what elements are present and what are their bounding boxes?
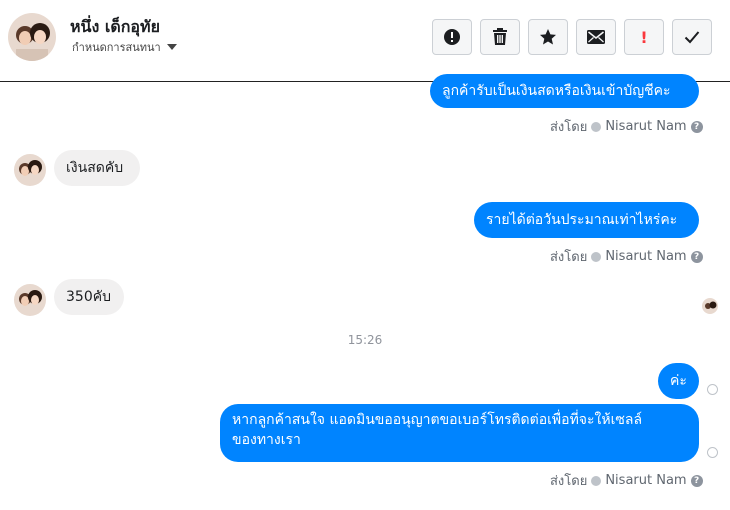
- mail-icon: [587, 30, 605, 44]
- message-text: รายได้ต่อวันประมาณเท่าไหร่คะ: [486, 212, 678, 228]
- conversation-header: หนึ่ง เด็กอุทัย กำหนดการสนทนา !: [0, 0, 730, 82]
- message-line: ของทางเรา: [232, 432, 301, 448]
- check-icon: [684, 31, 700, 44]
- mark-done-button[interactable]: [672, 19, 712, 55]
- important-icon: !: [640, 27, 648, 47]
- help-icon[interactable]: ?: [690, 120, 703, 133]
- sent-by-prefix: ส่งโดย: [550, 474, 588, 489]
- verified-icon: [591, 475, 602, 486]
- delivered-status-icon: [707, 447, 718, 458]
- message-incoming[interactable]: เงินสดคับ: [54, 150, 140, 186]
- contact-avatar-small[interactable]: [14, 154, 46, 186]
- message-outgoing[interactable]: หากลูกค้าสนใจ แอดมินขออนุญาตขอเบอร์โทรติ…: [220, 404, 699, 462]
- message-text: ค่ะ: [670, 373, 687, 389]
- mark-spam-button[interactable]: [432, 19, 472, 55]
- message-text: 350คับ: [66, 289, 111, 305]
- help-icon[interactable]: ?: [690, 250, 703, 263]
- sender-name[interactable]: Nisarut Nam: [605, 249, 686, 264]
- manage-conversation-label: กำหนดการสนทนา: [72, 41, 161, 54]
- chevron-down-icon: [166, 44, 177, 50]
- sender-name[interactable]: Nisarut Nam: [605, 119, 686, 134]
- read-receipt-avatar: [702, 298, 718, 314]
- delete-button[interactable]: [480, 19, 520, 55]
- message-line: หากลูกค้าสนใจ แอดมินขออนุญาตขอเบอร์โทรติ…: [232, 412, 643, 428]
- delivered-status-icon: [707, 384, 718, 395]
- mark-important-button[interactable]: !: [624, 19, 664, 55]
- star-button[interactable]: [528, 19, 568, 55]
- contact-name[interactable]: หนึ่ง เด็กอุทัย: [70, 15, 160, 40]
- star-icon: [540, 29, 556, 45]
- sender-name[interactable]: Nisarut Nam: [605, 473, 686, 488]
- trash-icon: [493, 28, 507, 45]
- message-text: ลูกค้ารับเป็นเงินสดหรือเงินเข้าบัญชีคะ: [442, 83, 671, 99]
- mark-unread-button[interactable]: [576, 19, 616, 55]
- message-text: เงินสดคับ: [66, 160, 124, 176]
- sent-by-info: ส่งโดย Nisarut Nam ?: [550, 116, 703, 137]
- sent-by-info: ส่งโดย Nisarut Nam ?: [550, 246, 703, 267]
- verified-icon: [591, 251, 602, 262]
- verified-icon: [591, 121, 602, 132]
- message-outgoing[interactable]: รายได้ต่อวันประมาณเท่าไหร่คะ: [474, 202, 699, 238]
- contact-avatar-small[interactable]: [14, 284, 46, 316]
- message-timestamp: 15:26: [347, 333, 383, 347]
- manage-conversation-dropdown[interactable]: กำหนดการสนทนา: [72, 38, 177, 56]
- message-outgoing[interactable]: ค่ะ: [658, 363, 699, 399]
- message-incoming[interactable]: 350คับ: [54, 279, 124, 315]
- message-outgoing[interactable]: ลูกค้ารับเป็นเงินสดหรือเงินเข้าบัญชีคะ: [430, 74, 699, 108]
- sent-by-info: ส่งโดย Nisarut Nam ?: [550, 470, 703, 491]
- help-icon[interactable]: ?: [690, 474, 703, 487]
- sent-by-prefix: ส่งโดย: [550, 120, 588, 135]
- contact-avatar[interactable]: [8, 13, 56, 61]
- alert-icon: [444, 29, 460, 45]
- sent-by-prefix: ส่งโดย: [550, 250, 588, 265]
